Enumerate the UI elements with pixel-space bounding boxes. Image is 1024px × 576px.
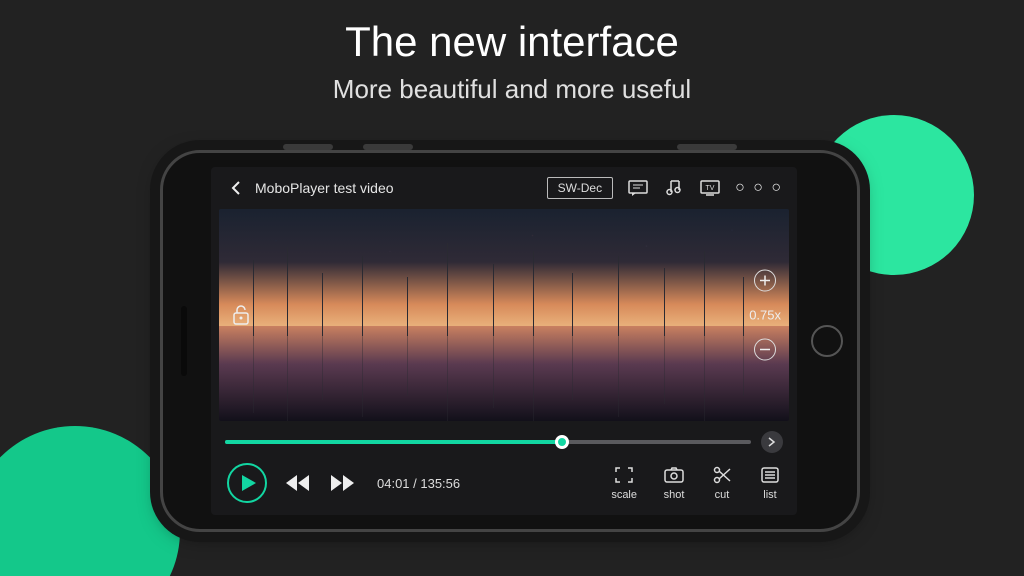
video-content [618,256,619,337]
tool-shot[interactable]: shot [663,465,685,501]
scale-icon [613,465,635,485]
scissors-icon [711,465,733,485]
video-content [572,273,573,337]
video-content [322,273,323,337]
progress-row [211,421,797,457]
phone-hw-button [677,144,737,150]
tool-scale[interactable]: scale [611,465,637,501]
player-screen: MoboPlayer test video SW-Dec TV ○ ○ ○ [211,167,797,515]
promo-title: The new interface [0,18,1024,66]
decoder-chip[interactable]: SW-Dec [547,177,613,199]
video-content [447,243,448,336]
fast-forward-button[interactable] [329,474,355,492]
seek-fill [225,440,562,444]
video-content [287,247,288,336]
decor-circle [0,426,180,576]
tool-cut[interactable]: cut [711,465,733,501]
video-title: MoboPlayer test video [255,180,394,196]
lock-icon[interactable] [227,301,255,329]
phone-frame: MoboPlayer test video SW-Dec TV ○ ○ ○ [160,150,860,532]
back-icon[interactable] [225,177,247,199]
tool-label: list [763,489,776,501]
subtitle-icon[interactable] [627,177,649,199]
play-button[interactable] [227,463,267,503]
phone-hw-button [363,144,413,150]
list-icon [759,465,781,485]
audio-track-icon[interactable] [663,177,685,199]
tool-list[interactable]: list [759,465,781,501]
player-topbar: MoboPlayer test video SW-Dec TV ○ ○ ○ [211,167,797,209]
seek-knob[interactable] [555,435,569,449]
tv-cast-icon[interactable]: TV [699,177,721,199]
video-content [704,251,705,336]
time-display: 04:01 / 135:56 [377,476,460,491]
rewind-button[interactable] [285,474,311,492]
zoom-in-icon[interactable] [754,270,776,292]
video-content [664,268,665,336]
controls-row: 04:01 / 135:56 scale shot [211,457,797,515]
svg-text:TV: TV [706,185,715,192]
phone-hw-button [283,144,333,150]
zoom-level-label: 0.75x [749,308,781,323]
video-content [407,277,408,336]
next-chapter-icon[interactable] [761,431,783,453]
video-content [362,256,363,337]
promo-subtitle: More beautiful and more useful [0,74,1024,105]
camera-icon [663,465,685,485]
tool-label: scale [611,489,637,501]
zoom-out-icon[interactable] [754,339,776,361]
video-content [533,251,534,336]
video-content [743,277,744,336]
tool-label: cut [715,489,730,501]
more-options-icon[interactable]: ○ ○ ○ [735,179,783,197]
tool-label: shot [664,489,685,501]
video-content [493,264,494,336]
seek-slider[interactable] [225,440,751,444]
video-area[interactable]: 0.75x [219,209,789,421]
